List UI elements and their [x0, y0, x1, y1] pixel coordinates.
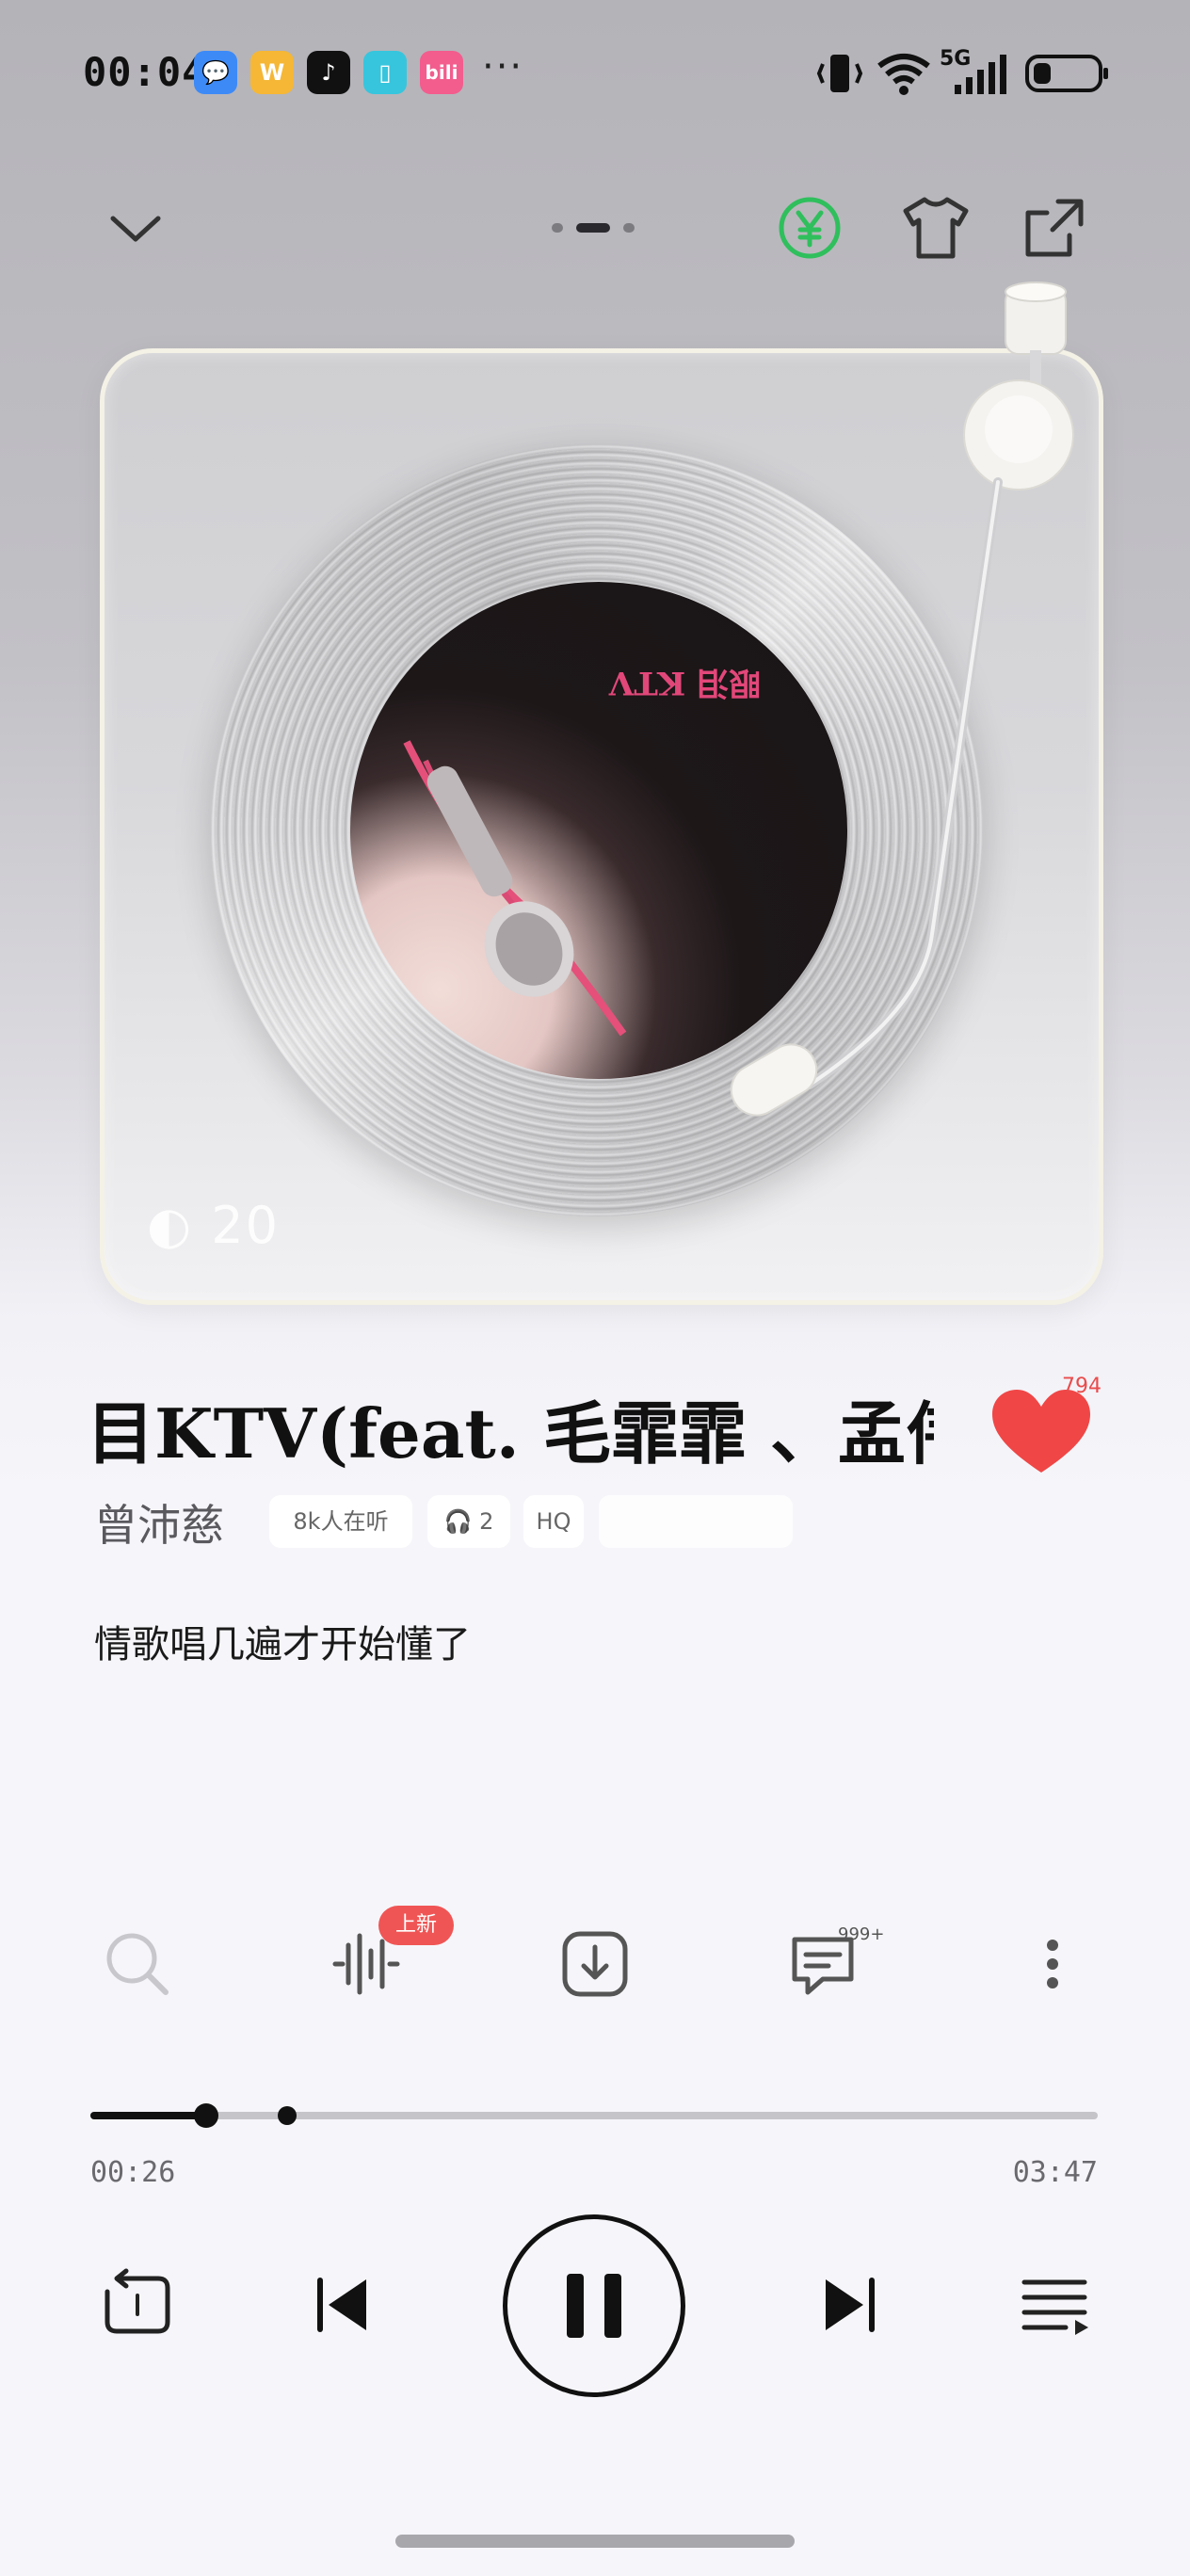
skip-next-icon — [826, 2278, 875, 2332]
vip-button[interactable] — [770, 188, 849, 267]
bilibili-app-icon: bili — [420, 51, 463, 94]
new-badge: 上新 — [378, 1906, 454, 1945]
vibrate-icon — [816, 55, 863, 92]
anniversary-watermark: ◐ 20 — [147, 1196, 280, 1255]
playlist-button[interactable] — [1009, 2260, 1100, 2350]
yuan-vip-icon — [779, 197, 841, 259]
song-title[interactable]: 目KTV(feat. 毛霏霏 、孟伟、 — [87, 1378, 934, 1477]
more-vertical-icon — [1047, 1940, 1058, 1988]
skin-button[interactable] — [896, 188, 975, 267]
total-time: 03:47 — [1012, 2156, 1098, 2189]
chevron-down-icon — [110, 216, 161, 242]
more-notifications-icon: ··· — [482, 45, 524, 89]
next-button[interactable] — [810, 2265, 889, 2344]
weibo-app-icon: W — [250, 51, 294, 94]
pause-icon — [567, 2274, 621, 2338]
status-bar: 00:04 💬 W ♪ ▯ bili ··· 5G — [0, 0, 1190, 151]
download-icon — [562, 1931, 628, 1997]
page-indicator[interactable] — [552, 218, 636, 237]
progress-fill — [90, 2112, 206, 2119]
like-count: 794 — [1062, 1375, 1102, 1398]
reader-app-icon: ▯ — [363, 51, 407, 94]
messages-app-icon: 💬 — [194, 51, 237, 94]
more-options-button[interactable] — [1007, 1919, 1098, 2009]
tonearm — [730, 282, 1074, 1117]
watermark-text: 20 — [211, 1196, 281, 1255]
status-time: 00:04 — [83, 49, 207, 95]
previous-button[interactable] — [303, 2265, 382, 2344]
collapse-button[interactable] — [96, 188, 175, 267]
progress-thumb[interactable] — [193, 2103, 218, 2128]
heart-icon[interactable] — [989, 1384, 1094, 1478]
comment-count: 999+ — [838, 1924, 885, 1944]
listeners-tag: 8k人在听 — [269, 1495, 412, 1548]
home-indicator[interactable] — [395, 2535, 795, 2548]
skip-previous-icon — [317, 2278, 366, 2332]
signal-icon — [955, 55, 1006, 94]
wifi-icon — [877, 54, 930, 95]
playlist-icon — [1021, 2279, 1088, 2335]
play-pause-button[interactable] — [503, 2214, 685, 2397]
progress-track[interactable] — [90, 2112, 1098, 2119]
repeat-mode-button[interactable] — [92, 2260, 183, 2350]
share-button[interactable] — [1015, 188, 1094, 267]
watermark-logo-icon: ◐ — [147, 1196, 194, 1255]
current-time: 00:26 — [90, 2156, 176, 2189]
tshirt-icon — [903, 197, 969, 259]
download-button[interactable] — [550, 1919, 640, 2009]
microphone-image — [403, 740, 627, 1037]
tiktok-app-icon: ♪ — [307, 51, 350, 94]
quality-tag[interactable]: HQ — [523, 1495, 584, 1548]
repeat-one-icon — [105, 2268, 170, 2334]
search-button[interactable] — [92, 1919, 183, 2009]
share-icon — [1025, 199, 1084, 257]
current-lyric[interactable]: 情歌唱几遍才开始懂了 — [94, 1614, 471, 1668]
highlight-marker[interactable] — [277, 2106, 297, 2125]
blurred-tag — [599, 1495, 793, 1548]
artist-name[interactable]: 曾沛慈 — [94, 1491, 224, 1554]
listen-together-tag[interactable]: 🎧 2 — [427, 1495, 510, 1548]
battery-icon — [1025, 55, 1108, 92]
search-icon — [106, 1933, 169, 1995]
